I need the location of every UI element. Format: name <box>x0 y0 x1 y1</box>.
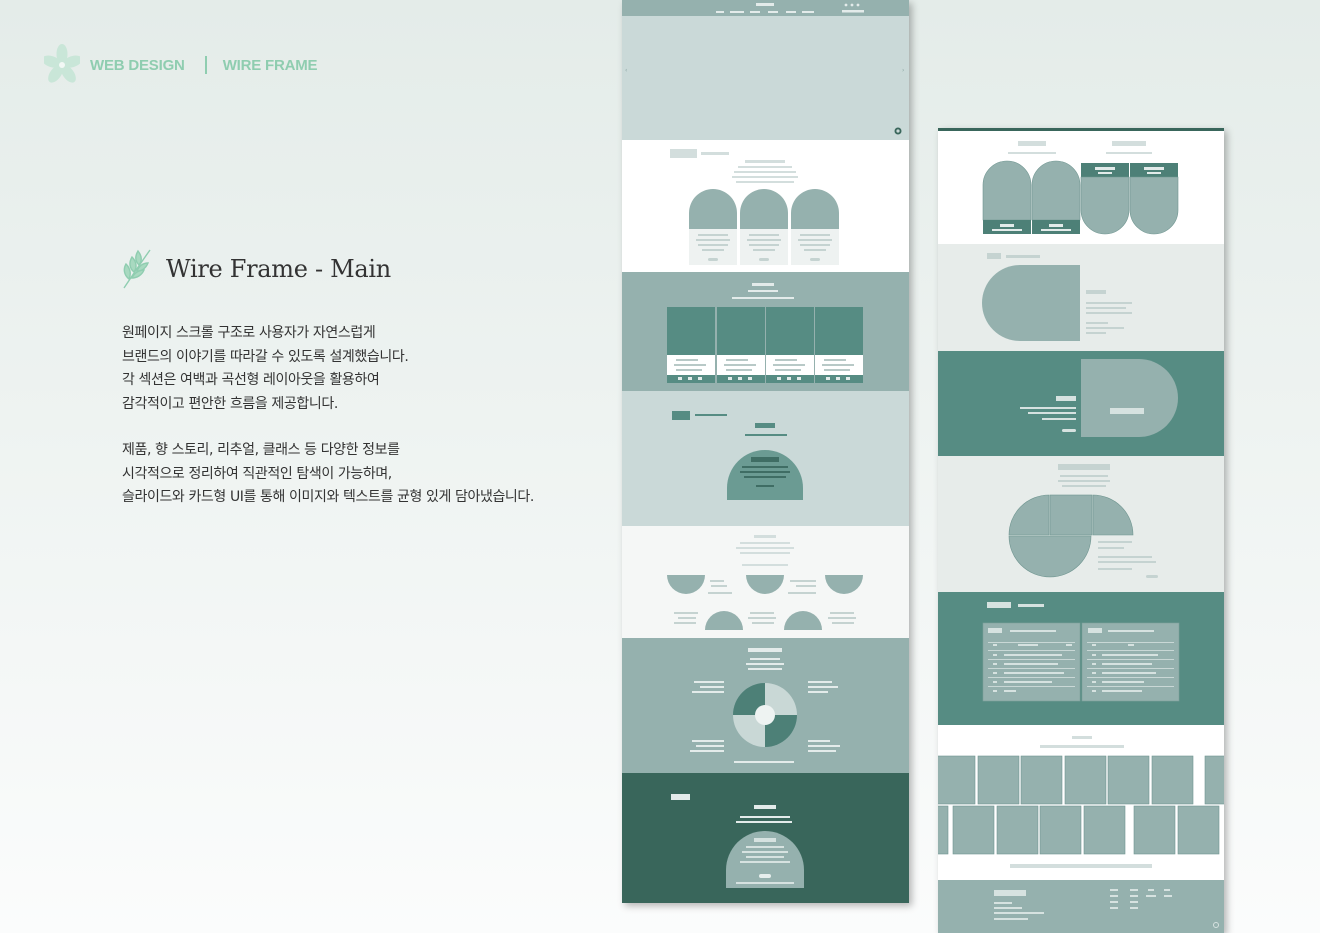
wire-frame-label: WIRE FRAME <box>222 56 318 74</box>
description-line: 원페이지 스크롤 구조로 사용자가 자연스럽게 <box>122 325 376 341</box>
description-line: 감각적이고 편안한 흐름을 제공합니다. <box>122 395 338 412</box>
svg-text:›: › <box>902 67 904 74</box>
side-blob-section <box>938 244 1224 351</box>
leaf-sprig-icon <box>120 248 154 290</box>
section-heading: Wire Frame - Main <box>120 248 391 290</box>
svg-text:‹: ‹ <box>625 67 627 74</box>
hero-slider: ‹ › <box>622 16 909 140</box>
description-line: 제품, 향 스토리, 리추얼, 클래스 등 다양한 정보를 <box>122 442 400 458</box>
teal-feature-section <box>938 351 1224 456</box>
feature-dome-section <box>622 391 909 526</box>
pie-split-section <box>938 456 1224 592</box>
arch-cards-section <box>938 131 1224 244</box>
description-line: 각 섹션은 여백과 곡선형 레이아웃을 활용하여 <box>122 372 380 388</box>
page-title: Wire Frame - Main <box>166 255 391 283</box>
description: 원페이지 스크롤 구조로 사용자가 자연스럽게 브랜드의 이야기를 따라갈 수 … <box>122 322 534 533</box>
carousel-section <box>622 272 909 391</box>
site-header: WEB DESIGN WIRE FRAME <box>44 44 318 86</box>
gallery-section <box>938 725 1224 880</box>
description-line: 브랜드의 이야기를 따라갈 수 있도록 설계했습니다. <box>122 348 409 365</box>
footer-section <box>938 880 1224 933</box>
main-wireframe-left: ‹ › <box>622 0 909 903</box>
info-board-section <box>938 592 1224 725</box>
class-section <box>622 773 909 903</box>
header-divider <box>204 56 207 74</box>
wireframe-header <box>622 0 909 16</box>
ritual-section <box>622 638 909 773</box>
description-line: 시각적으로 정리하여 직관적인 탐색이 가능하며, <box>122 465 392 482</box>
description-line: 슬라이드와 카드형 UI를 통해 이미지와 텍스트를 균형 있게 담아냈습니다. <box>122 489 534 505</box>
description-paragraph: 제품, 향 스토리, 리추얼, 클래스 등 다양한 정보를 시각적으로 정리하여… <box>122 439 534 510</box>
description-paragraph: 원페이지 스크롤 구조로 사용자가 자연스럽게 브랜드의 이야기를 따라갈 수 … <box>122 322 534 416</box>
story-section <box>622 526 909 638</box>
products-section <box>622 140 909 272</box>
flower-icon <box>44 44 80 86</box>
web-design-label: WEB DESIGN <box>90 56 185 74</box>
main-wireframe-right <box>938 128 1224 933</box>
